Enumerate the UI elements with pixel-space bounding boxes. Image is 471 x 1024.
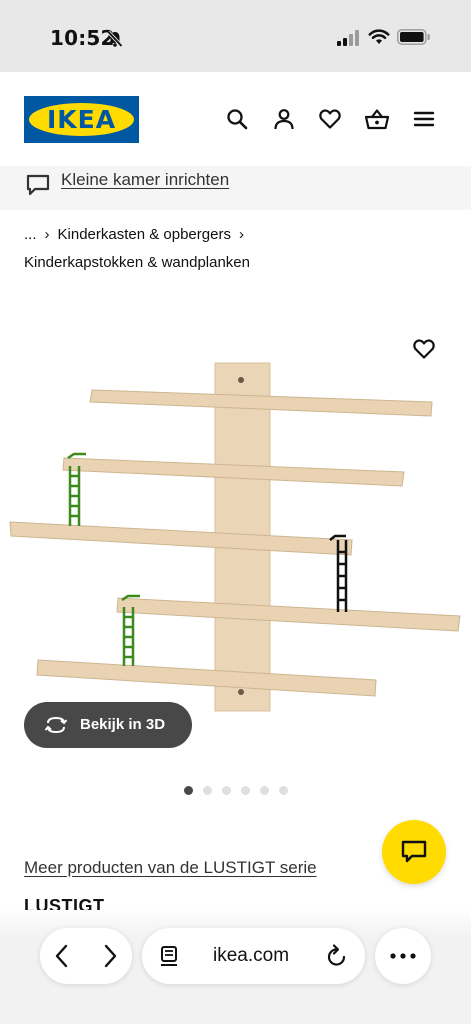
status-bar: 10:52 — [0, 0, 471, 72]
carousel-dot[interactable] — [260, 786, 269, 795]
wifi-icon — [368, 29, 390, 44]
product-name: LUSTIGT — [24, 896, 105, 910]
chat-button[interactable] — [382, 820, 446, 884]
more-icon — [390, 953, 416, 959]
carousel-dot[interactable] — [203, 786, 212, 795]
carousel-dot[interactable] — [222, 786, 231, 795]
site-header: IKEA — [0, 72, 471, 166]
breadcrumb-ellipsis[interactable]: ... — [24, 226, 37, 243]
view-in-3d-label: Bekijk in 3D — [80, 716, 166, 733]
breadcrumb-separator: › — [44, 226, 50, 243]
status-time: 10:52 — [50, 26, 115, 50]
back-icon[interactable] — [54, 944, 70, 968]
room-banner: Kleine kamer inrichten — [0, 166, 471, 210]
carousel-dot[interactable] — [241, 786, 250, 795]
search-icon[interactable] — [225, 107, 249, 131]
signal-icon — [337, 30, 359, 46]
breadcrumb-item-kapstokken[interactable]: Kinderkapstokken & wandplanken — [24, 254, 250, 271]
address-bar[interactable]: ikea.com — [142, 928, 365, 984]
add-to-wishlist-heart-icon[interactable] — [412, 337, 436, 361]
breadcrumb-separator: › — [238, 226, 244, 243]
logo-text: IKEA — [46, 105, 117, 134]
chat-bubble-icon — [26, 174, 50, 196]
url-text: ikea.com — [213, 945, 290, 966]
bell-slash-icon — [107, 30, 123, 48]
heart-icon[interactable] — [318, 107, 342, 131]
forward-icon[interactable] — [102, 944, 118, 968]
chat-icon — [401, 840, 427, 863]
rotate-3d-icon — [44, 716, 68, 734]
battery-icon — [397, 29, 430, 45]
breadcrumb: ... › Kinderkasten & opbergers › — [24, 226, 252, 243]
view-in-3d-button[interactable]: Bekijk in 3D — [24, 702, 192, 748]
reload-icon[interactable] — [326, 944, 348, 968]
ikea-logo[interactable]: IKEA — [24, 96, 139, 143]
breadcrumb-item-kinderkasten[interactable]: Kinderkasten & opbergers — [58, 226, 231, 243]
browser-nav-group — [40, 928, 132, 984]
carousel-dot[interactable] — [279, 786, 288, 795]
carousel-dot[interactable] — [184, 786, 193, 795]
reader-icon[interactable] — [160, 945, 180, 967]
room-link[interactable]: Kleine kamer inrichten — [61, 170, 229, 190]
menu-icon[interactable] — [412, 107, 436, 131]
basket-icon[interactable] — [364, 107, 390, 131]
more-button[interactable] — [375, 928, 431, 984]
series-link[interactable]: Meer producten van de LUSTIGT serie — [24, 858, 317, 878]
account-icon[interactable] — [272, 107, 296, 131]
